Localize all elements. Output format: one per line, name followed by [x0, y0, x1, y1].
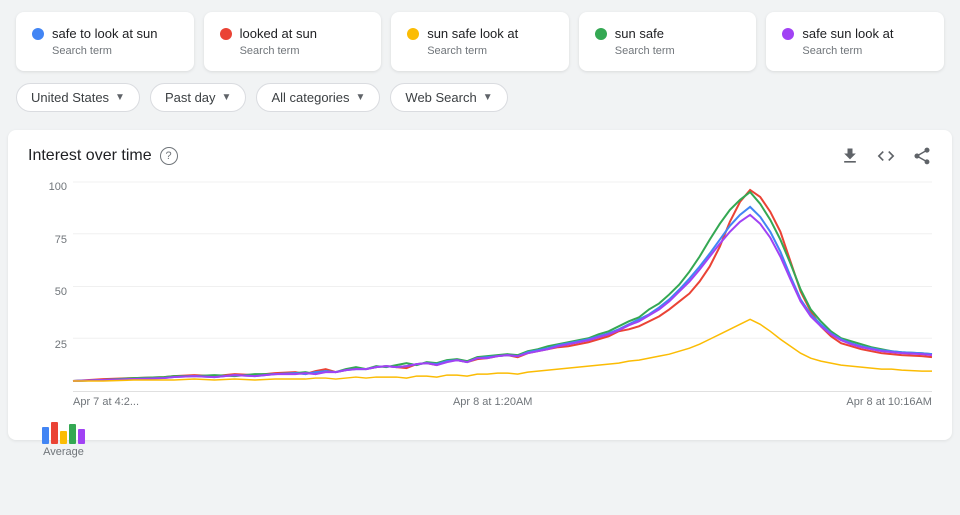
filter-searchtype[interactable]: Web Search ▼: [390, 83, 507, 112]
search-term-sublabel: Search term: [407, 45, 553, 57]
avg-bar: [42, 427, 49, 444]
term-text: sun safe: [615, 26, 664, 41]
chevron-down-icon: ▼: [356, 92, 366, 103]
bottom-bar: Average: [38, 416, 932, 458]
line-red: [73, 190, 932, 381]
main-section: Interest over time ? 100 75 50 25: [8, 130, 952, 440]
term-dot: [407, 28, 419, 40]
chart-plot: [73, 182, 932, 392]
x-label-5: Apr 8 at 10:16AM: [846, 396, 932, 408]
search-term-sublabel: Search term: [32, 45, 178, 57]
search-term-label: safe to look at sun: [32, 26, 178, 41]
chart-svg: [73, 182, 932, 391]
search-term-sublabel: Search term: [220, 45, 366, 57]
chart-title-group: Interest over time ?: [28, 147, 178, 165]
search-term-card-term1[interactable]: safe to look at sun Search term: [16, 12, 194, 71]
term-text: sun safe look at: [427, 26, 518, 41]
search-term-card-term4[interactable]: sun safe Search term: [579, 12, 757, 71]
line-yellow: [73, 319, 932, 381]
search-term-card-term3[interactable]: sun safe look at Search term: [391, 12, 569, 71]
chart-title: Interest over time: [28, 147, 152, 165]
search-term-card-term2[interactable]: looked at sun Search term: [204, 12, 382, 71]
average-bars: [42, 416, 85, 444]
term-dot: [220, 28, 232, 40]
term-text: safe to look at sun: [52, 26, 158, 41]
chevron-down-icon: ▼: [222, 92, 232, 103]
chart-container: 100 75 50 25: [38, 182, 932, 412]
term-dot: [782, 28, 794, 40]
help-icon[interactable]: ?: [160, 147, 178, 165]
search-term-label: safe sun look at: [782, 26, 928, 41]
top-section: safe to look at sun Search term looked a…: [0, 0, 960, 122]
search-term-label: sun safe: [595, 26, 741, 41]
avg-bar: [78, 429, 85, 444]
x-label-1: Apr 7 at 4:2...: [73, 396, 139, 408]
term-text: safe sun look at: [802, 26, 893, 41]
chart-actions: [840, 146, 932, 166]
average-label: Average: [43, 446, 84, 458]
share-button[interactable]: [912, 146, 932, 166]
x-label-3: Apr 8 at 1:20AM: [453, 396, 533, 408]
embed-button[interactable]: [876, 146, 896, 166]
filter-label: Web Search: [405, 90, 476, 105]
avg-bar: [51, 422, 58, 444]
filters-row: United States ▼ Past day ▼ All categorie…: [16, 83, 944, 112]
y-axis: 100 75 50 25: [38, 182, 73, 392]
download-button[interactable]: [840, 146, 860, 166]
y-axis-label: 75: [38, 235, 67, 246]
filter-label: United States: [31, 90, 109, 105]
filter-label: Past day: [165, 90, 216, 105]
term-dot: [595, 28, 607, 40]
y-axis-label: 50: [38, 287, 67, 298]
y-axis-label: 25: [38, 340, 67, 351]
filter-label: All categories: [271, 90, 349, 105]
chart-area: 100 75 50 25: [38, 182, 932, 392]
search-term-card-term5[interactable]: safe sun look at Search term: [766, 12, 944, 71]
chevron-down-icon: ▼: [115, 92, 125, 103]
filter-timerange[interactable]: Past day ▼: [150, 83, 247, 112]
avg-bar: [60, 431, 67, 444]
term-text: looked at sun: [240, 26, 317, 41]
filter-categories[interactable]: All categories ▼: [256, 83, 380, 112]
term-dot: [32, 28, 44, 40]
chevron-down-icon: ▼: [483, 92, 493, 103]
search-term-label: looked at sun: [220, 26, 366, 41]
search-term-sublabel: Search term: [595, 45, 741, 57]
chart-header: Interest over time ?: [28, 146, 932, 166]
filter-location[interactable]: United States ▼: [16, 83, 140, 112]
x-axis-labels: Apr 7 at 4:2... Apr 8 at 1:20AM Apr 8 at…: [73, 396, 932, 408]
search-term-label: sun safe look at: [407, 26, 553, 41]
avg-bar: [69, 424, 76, 444]
search-terms-row: safe to look at sun Search term looked a…: [16, 12, 944, 71]
average-container: Average: [42, 416, 85, 458]
search-term-sublabel: Search term: [782, 45, 928, 57]
y-axis-label: 100: [38, 182, 67, 193]
